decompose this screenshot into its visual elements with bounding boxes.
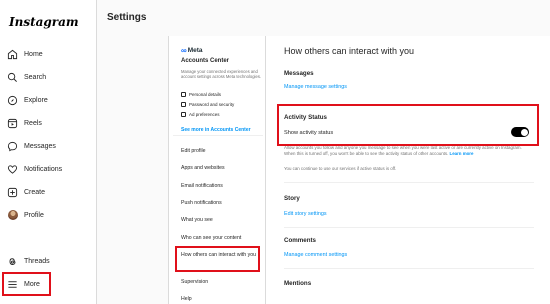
main-content: How others can interact with you Message… bbox=[266, 36, 550, 304]
meta-logo: ∞ Meta bbox=[181, 46, 203, 55]
nav-item-threads[interactable]: Threads bbox=[7, 254, 50, 268]
meta-brand: Meta bbox=[187, 47, 203, 54]
accounts-center-item[interactable]: Password and security bbox=[181, 102, 234, 107]
home-icon bbox=[7, 49, 18, 60]
messages-heading: Messages bbox=[284, 70, 314, 77]
manage-comment-settings-link[interactable]: Manage comment settings bbox=[284, 252, 347, 258]
more-highlight-box bbox=[2, 272, 51, 296]
instagram-logo[interactable]: Instagram bbox=[9, 15, 79, 29]
search-icon bbox=[7, 72, 18, 83]
nav-label: Threads bbox=[24, 257, 50, 265]
story-heading: Story bbox=[284, 195, 300, 202]
settings-item-help[interactable]: Help bbox=[181, 296, 192, 302]
nav-item-explore[interactable]: Explore bbox=[7, 93, 48, 107]
nav-item-messages[interactable]: Messages bbox=[7, 139, 56, 153]
activity-status-note: You can continue to use our services if … bbox=[284, 166, 397, 171]
accounts-center-item[interactable]: Personal details bbox=[181, 92, 221, 97]
nav-label: Profile bbox=[24, 211, 44, 219]
compass-icon bbox=[7, 95, 18, 106]
learn-more-link[interactable]: Learn more bbox=[450, 151, 474, 156]
plus-square-icon bbox=[7, 187, 18, 198]
accounts-center-card[interactable]: ∞ Meta Accounts Center Manage your conne… bbox=[173, 40, 263, 136]
nav-label: Search bbox=[24, 73, 47, 81]
ad-icon bbox=[181, 112, 186, 117]
nav-item-search[interactable]: Search bbox=[7, 70, 46, 84]
divider bbox=[284, 182, 534, 183]
selected-item-highlight-box bbox=[175, 246, 260, 272]
divider bbox=[284, 227, 534, 228]
nav-item-notifications[interactable]: Notifications bbox=[7, 162, 62, 176]
nav-item-profile[interactable]: Profile bbox=[7, 208, 44, 222]
manage-message-settings-link[interactable]: Manage message settings bbox=[284, 84, 347, 90]
mentions-heading: Mentions bbox=[284, 280, 312, 287]
nav-item-home[interactable]: Home bbox=[7, 47, 43, 61]
accounts-center-title: Accounts Center bbox=[181, 58, 230, 64]
nav-label: Reels bbox=[24, 119, 42, 127]
comments-heading: Comments bbox=[284, 237, 316, 244]
section-title: How others can interact with you bbox=[284, 46, 415, 56]
page-title: Settings bbox=[107, 12, 147, 23]
left-navigation: Instagram Home Search Explore Reels Mess… bbox=[0, 0, 97, 304]
heart-icon bbox=[7, 164, 18, 175]
settings-item-email-notifications[interactable]: Email notifications bbox=[181, 183, 223, 189]
settings-item-what-you-see[interactable]: What you see bbox=[181, 217, 213, 223]
threads-icon bbox=[7, 256, 18, 267]
settings-item-push-notifications[interactable]: Push notifications bbox=[181, 200, 222, 206]
edit-story-settings-link[interactable]: Edit story settings bbox=[284, 211, 327, 217]
nav-label: Notifications bbox=[24, 165, 63, 173]
meta-infinity-icon: ∞ bbox=[181, 46, 187, 55]
accounts-center-item[interactable]: Ad preferences bbox=[181, 112, 220, 117]
person-icon bbox=[181, 92, 186, 97]
reels-icon bbox=[7, 118, 18, 129]
nav-label: Home bbox=[24, 50, 43, 58]
nav-item-create[interactable]: Create bbox=[7, 185, 45, 199]
settings-item-edit-profile[interactable]: Edit profile bbox=[181, 148, 206, 154]
settings-item-supervision[interactable]: Supervision bbox=[181, 279, 208, 285]
activity-status-highlight-box bbox=[277, 104, 539, 146]
avatar bbox=[7, 210, 18, 220]
accounts-center-description: Manage your connected experiences and ac… bbox=[181, 69, 262, 80]
nav-item-reels[interactable]: Reels bbox=[7, 116, 42, 130]
settings-item-apps-websites[interactable]: Apps and websites bbox=[181, 165, 225, 171]
settings-item-who-can-see[interactable]: Who can see your content bbox=[181, 235, 241, 241]
activity-status-description: Allow accounts you follow and anyone you… bbox=[284, 145, 522, 156]
messenger-icon bbox=[7, 141, 18, 152]
accounts-center-link[interactable]: See more in Accounts Center bbox=[181, 127, 251, 133]
nav-label: Explore bbox=[24, 96, 48, 104]
divider bbox=[284, 268, 534, 269]
nav-label: Messages bbox=[24, 142, 56, 150]
nav-label: Create bbox=[24, 188, 46, 196]
shield-icon bbox=[181, 102, 186, 107]
